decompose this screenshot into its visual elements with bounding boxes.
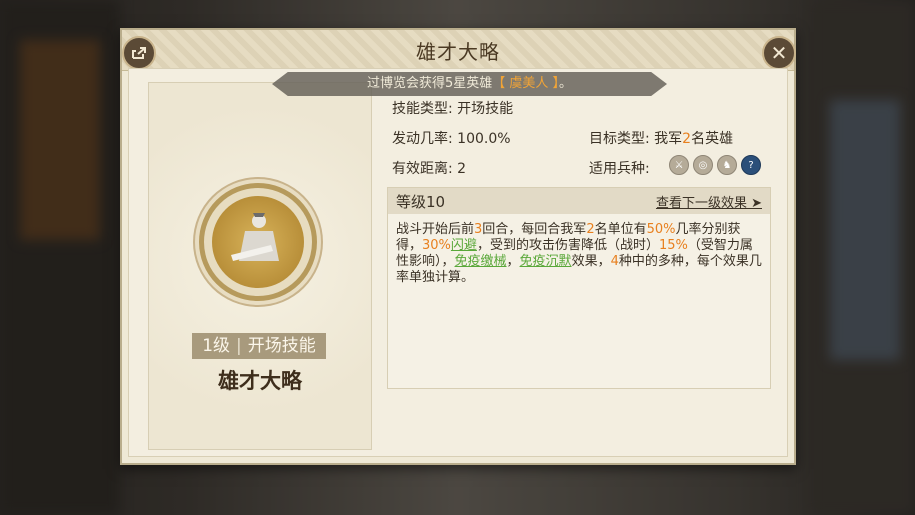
effect-chance: 50%	[646, 222, 676, 237]
skill-level-tag: 1级 | 开场技能	[192, 333, 326, 359]
notice-text: 过博览会获得5星英雄	[366, 76, 493, 91]
effect-dodge-value: 30%	[422, 238, 451, 253]
target-icon[interactable]: ◎	[693, 155, 713, 175]
skill-card: 1级 | 开场技能 雄才大略	[148, 82, 372, 450]
next-level-link[interactable]: 查看下一级效果 ➤	[656, 192, 762, 211]
effect-text-5: ，受到的攻击伤害降低（战时）	[476, 238, 659, 253]
skill-level: 1级	[202, 336, 231, 356]
unit-type-row: 适用兵种: ⚔ ◎ ♞ ?	[589, 155, 774, 178]
close-icon: ✕	[770, 41, 788, 65]
notification-banner: 过博览会获得5星英雄【 虞美人 】。	[272, 72, 667, 96]
effect-text-7: ，	[506, 254, 520, 269]
effect-units: 2	[586, 222, 595, 237]
effect-count: 4	[610, 254, 619, 269]
trigger-rate-value: 100.0%	[457, 131, 511, 147]
close-button[interactable]: ✕	[762, 36, 796, 70]
effect-text-8: 效果，	[571, 254, 611, 269]
skill-name: 雄才大略	[218, 369, 302, 393]
notice-hero: 【 虞美人 】	[492, 76, 560, 91]
panel-title: 雄才大略	[416, 40, 500, 64]
target-type-suffix: 名英雄	[691, 131, 734, 147]
question-icon[interactable]: ?	[741, 155, 761, 175]
effect-damage-reduction: 15%	[658, 238, 688, 253]
range-label: 有效距离:	[392, 161, 453, 177]
sword-icon[interactable]: ⚔	[669, 155, 689, 175]
target-type-text: 我军	[654, 131, 683, 147]
title-bar: 雄才大略	[122, 30, 794, 71]
horse-icon[interactable]: ♞	[717, 155, 737, 175]
skill-type-value: 开场技能	[457, 101, 514, 117]
share-button[interactable]	[122, 36, 156, 70]
skill-type-row: 技能类型: 开场技能	[392, 98, 513, 118]
target-count: 2	[682, 131, 692, 147]
range-row: 有效距离: 2	[392, 158, 466, 178]
skill-type-label: 技能类型:	[392, 101, 453, 117]
effect-box: 等级10 查看下一级效果 ➤ 战斗开始后前3回合，每回合我军2名单位有50%几率…	[387, 187, 771, 389]
effect-text-3: 名单位有	[594, 222, 647, 237]
skill-detail-panel: 雄才大略 ✕ 1级 | 开场技能 雄才大略 技能类型: 开场技能 发动几率: 1…	[120, 28, 796, 465]
effect-description: 战斗开始后前3回合，每回合我军2名单位有50%几率分别获得，30%闪避，受到的攻…	[388, 214, 770, 294]
unit-type-label: 适用兵种:	[589, 161, 650, 177]
disarm-immunity-link[interactable]: 免疫缴械	[455, 254, 507, 269]
general-portrait-icon	[212, 196, 304, 288]
trigger-rate-label: 发动几率:	[392, 131, 453, 147]
notice-suffix: 。	[559, 76, 573, 91]
trigger-rate-row: 发动几率: 100.0%	[392, 128, 511, 148]
effect-text-2: 回合，每回合我军	[482, 222, 587, 237]
target-type-label: 目标类型:	[589, 131, 650, 147]
dodge-link[interactable]: 闪避	[451, 238, 477, 253]
effect-level: 等级10	[396, 192, 446, 211]
silence-immunity-link[interactable]: 免疫沉默	[520, 254, 572, 269]
effect-header: 等级10 查看下一级效果 ➤	[388, 188, 770, 214]
range-value: 2	[457, 161, 467, 177]
target-type-row: 目标类型: 我军2名英雄	[589, 128, 733, 148]
effect-text-1: 战斗开始后前	[396, 222, 475, 237]
skill-emblem	[199, 183, 317, 301]
unit-icons: ⚔ ◎ ♞ ?	[669, 155, 761, 175]
skill-type-tag: 开场技能	[247, 336, 316, 356]
share-icon	[132, 47, 146, 59]
